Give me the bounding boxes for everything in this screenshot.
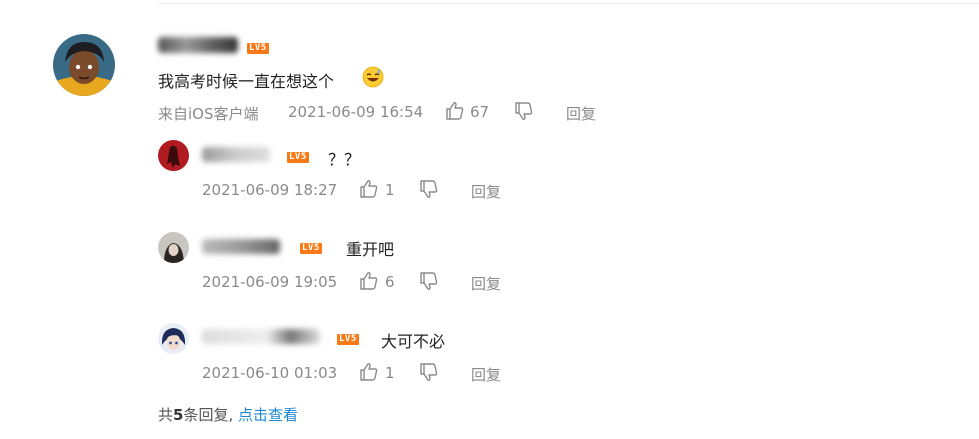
summary-prefix: 共 [158, 406, 174, 424]
avatar[interactable] [53, 34, 115, 96]
level-badge: LV5 [300, 243, 322, 254]
summary-suffix: 条回复, [183, 406, 234, 424]
username-blurred[interactable] [202, 239, 280, 254]
dislike-icon[interactable] [419, 362, 439, 382]
reply-button[interactable]: 回复 [566, 103, 596, 124]
dislike-icon[interactable] [419, 179, 439, 199]
level-badge: LV5 [337, 334, 359, 345]
dislike-icon[interactable] [419, 271, 439, 291]
like-icon[interactable] [359, 362, 379, 382]
like-icon[interactable] [359, 271, 379, 291]
reply-button[interactable]: 回复 [471, 364, 501, 385]
comment-time: 2021-06-09 16:54 [288, 103, 424, 121]
reply-time: 2021-06-09 18:27 [202, 181, 338, 199]
comment-source: 来自iOS客户端 [158, 105, 259, 123]
view-all-replies-link[interactable]: 点击查看 [238, 406, 298, 424]
like-count: 67 [470, 103, 490, 121]
level-badge: LV5 [247, 43, 269, 54]
avatar[interactable] [158, 323, 189, 354]
reply-button[interactable]: 回复 [471, 273, 501, 294]
like-count: 1 [385, 181, 395, 199]
grinning-sweat-emoji-icon [362, 66, 384, 88]
reply-text: ？？ [328, 150, 361, 169]
like-count: 1 [385, 364, 395, 382]
reply-text: 大可不必 [381, 332, 446, 351]
avatar[interactable] [158, 140, 189, 171]
username-blurred[interactable] [202, 147, 270, 162]
reply-button[interactable]: 回复 [471, 181, 501, 202]
like-count: 6 [385, 273, 395, 291]
like-icon[interactable] [359, 179, 379, 199]
reply-time: 2021-06-09 19:05 [202, 273, 338, 291]
reply-summary: 共5条回复, 点击查看 [158, 404, 298, 425]
top-divider [158, 0, 979, 4]
username-blurred[interactable] [158, 37, 238, 53]
dislike-icon[interactable] [514, 101, 534, 121]
level-badge: LV5 [287, 152, 309, 163]
avatar[interactable] [158, 232, 189, 263]
comment-text: 我高考时候一直在想这个 [158, 72, 335, 91]
like-icon[interactable] [445, 101, 465, 121]
username-blurred[interactable] [202, 329, 320, 344]
reply-count: 5 [173, 406, 184, 424]
reply-time: 2021-06-10 01:03 [202, 364, 338, 382]
reply-text: 重开吧 [346, 240, 395, 259]
